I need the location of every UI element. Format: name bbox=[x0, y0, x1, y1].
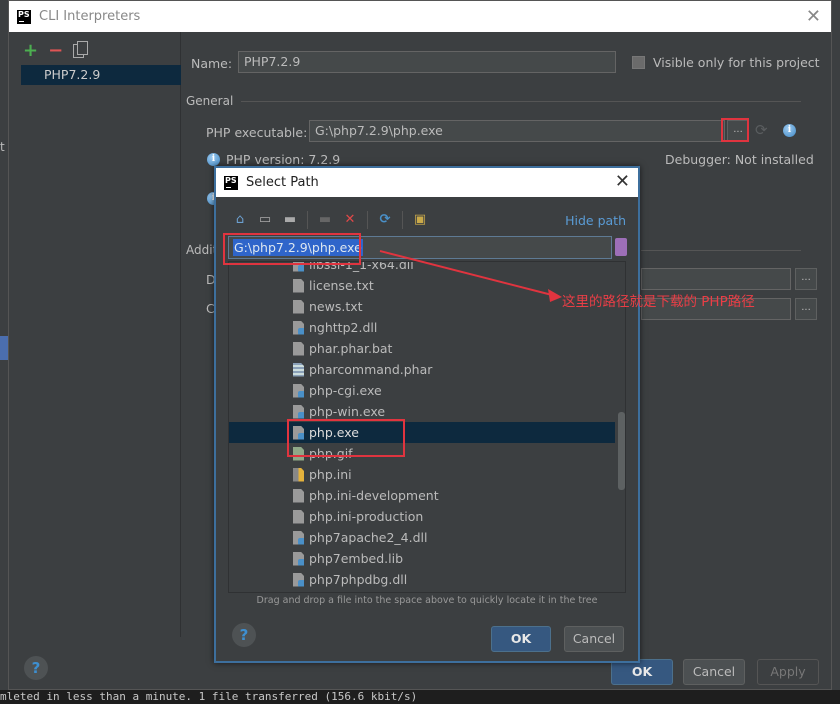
annotation-arrow-line bbox=[379, 250, 557, 297]
annotation-arrow-head bbox=[548, 289, 562, 302]
annotation-arrow bbox=[379, 250, 562, 302]
annotation-text: 这里的路径就是下载的 PHP路径 bbox=[562, 294, 755, 310]
